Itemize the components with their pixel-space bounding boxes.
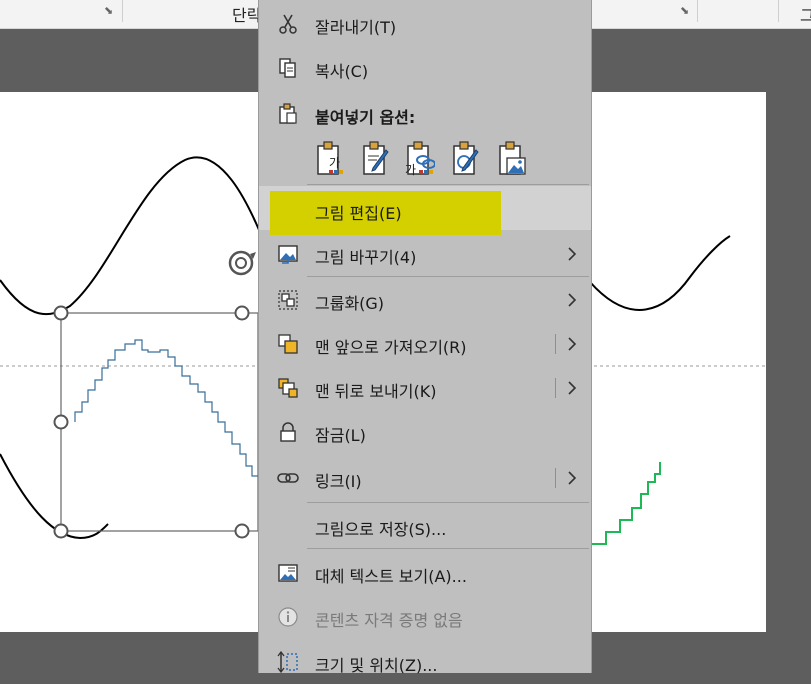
menu-item-size-and-position[interactable]: 크기 및 위치(Z)... [259, 640, 591, 684]
menu-item-alt-text[interactable]: 대체 텍스트 보기(A)... [259, 551, 591, 595]
info-icon [278, 607, 298, 627]
menu-item-label: 그림으로 저장(S)... [315, 520, 447, 539]
paste-keep-source-formatting-icon: 가 [317, 141, 343, 175]
paste-use-destination-theme-icon [453, 141, 479, 175]
resize-handle [53, 414, 69, 430]
menu-item-label: 잠금(L) [315, 426, 366, 445]
paste-as-picture-button[interactable] [497, 140, 527, 178]
ribbon-separator [697, 0, 698, 22]
resize-handle [234, 523, 250, 539]
chevron-right-icon [568, 293, 577, 307]
selection-box [60, 312, 259, 532]
step-line-blue [74, 339, 258, 477]
menu-item-label: 그림 편집(E) [315, 204, 402, 223]
menu-item-label: 링크(I) [315, 472, 362, 491]
split-separator [555, 468, 556, 488]
link-icon [277, 473, 299, 483]
clipboard-icon [279, 103, 297, 124]
rotate-handle-icon [228, 250, 256, 276]
chevron-right-icon[interactable] [565, 378, 579, 398]
paste-use-destination-theme-button[interactable] [451, 140, 481, 178]
dialog-launcher-icon[interactable]: ⬊ [104, 5, 114, 16]
menu-item-label: 대체 텍스트 보기(A)... [315, 567, 467, 586]
menu-item-label: 맨 뒤로 보내기(K) [315, 382, 437, 401]
menu-item-group[interactable]: 그룹화(G) [259, 278, 591, 322]
menu-item-label: 맨 앞으로 가져오기(R) [315, 338, 467, 357]
menu-item-change-picture[interactable]: 그림 바꾸기(4) [259, 232, 591, 276]
paste-merge-formatting-icon [363, 141, 389, 175]
ribbon-separator [778, 0, 779, 22]
paste-link-button[interactable]: 가 [405, 140, 436, 178]
dialog-launcher-icon[interactable]: ⬊ [680, 5, 690, 16]
paste-keep-source-formatting-button[interactable]: 가 [315, 140, 345, 178]
menu-item-label: 잘라내기(T) [315, 18, 397, 37]
menu-item-lock[interactable]: 잠금(L) [259, 410, 591, 454]
bring-front-icon [278, 334, 298, 354]
menu-item-send-to-back[interactable]: 맨 뒤로 보내기(K) [259, 366, 591, 410]
menu-item-label: 콘텐츠 자격 증명 없음 [315, 611, 463, 630]
menu-item-paste-options: 붙여넣기 옵션: [259, 92, 591, 136]
scissors-icon [279, 14, 297, 34]
send-back-icon [278, 378, 298, 398]
menu-item-no-content-credentials: 콘텐츠 자격 증명 없음 [259, 595, 591, 639]
chevron-right-icon[interactable] [565, 468, 579, 488]
resize-handle [234, 305, 250, 321]
copy-icon [279, 58, 296, 78]
change-picture-icon [278, 245, 298, 264]
menu-separator [307, 502, 589, 503]
step-line-green [592, 462, 661, 545]
sine-wave-upper [0, 156, 261, 316]
menu-separator [307, 184, 589, 185]
sine-wave-lower [0, 453, 109, 540]
menu-item-bring-to-front[interactable]: 맨 앞으로 가져오기(R) [259, 322, 591, 366]
split-separator [555, 334, 556, 354]
lock-icon [280, 422, 296, 442]
paste-merge-formatting-button[interactable] [361, 140, 391, 178]
resize-handle [53, 523, 69, 539]
menu-item-copy[interactable]: 복사(C) [259, 46, 591, 90]
menu-item-link[interactable]: 링크(I) [259, 456, 591, 500]
alt-text-icon [278, 564, 298, 582]
menu-item-save-as-picture[interactable]: 그림으로 저장(S)... [259, 504, 591, 548]
context-menu: 잘라내기(T) 복사(C) 붙여넣기 옵션: 가 가 그림 편집(E) 그림 바… [258, 0, 592, 675]
resize-handle [53, 305, 69, 321]
menu-item-edit-picture[interactable]: 그림 편집(E) [259, 188, 591, 232]
menu-item-label: 복사(C) [315, 62, 369, 81]
paste-glyph: 가 [405, 163, 416, 177]
group-icon [278, 290, 298, 310]
sine-wave-upper-right [589, 235, 731, 311]
ribbon-separator [122, 0, 123, 22]
size-position-icon [277, 651, 298, 673]
menu-item-label: 그룹화(G) [315, 294, 385, 313]
menu-item-label: 크기 및 위치(Z)... [315, 656, 438, 675]
menu-item-cut[interactable]: 잘라내기(T) [259, 2, 591, 46]
menu-item-label: 붙여넣기 옵션: [315, 108, 416, 127]
paste-as-picture-icon [499, 141, 526, 175]
chevron-right-icon [568, 247, 577, 261]
paste-glyph: 가 [329, 156, 340, 170]
menu-separator [307, 548, 589, 549]
paste-link-icon: 가 [405, 141, 436, 177]
menu-item-label: 그림 바꾸기(4) [315, 248, 417, 267]
ribbon-group-label: 그 [800, 6, 811, 25]
chevron-right-icon[interactable] [565, 334, 579, 354]
split-separator [555, 378, 556, 398]
menu-separator [307, 276, 589, 277]
